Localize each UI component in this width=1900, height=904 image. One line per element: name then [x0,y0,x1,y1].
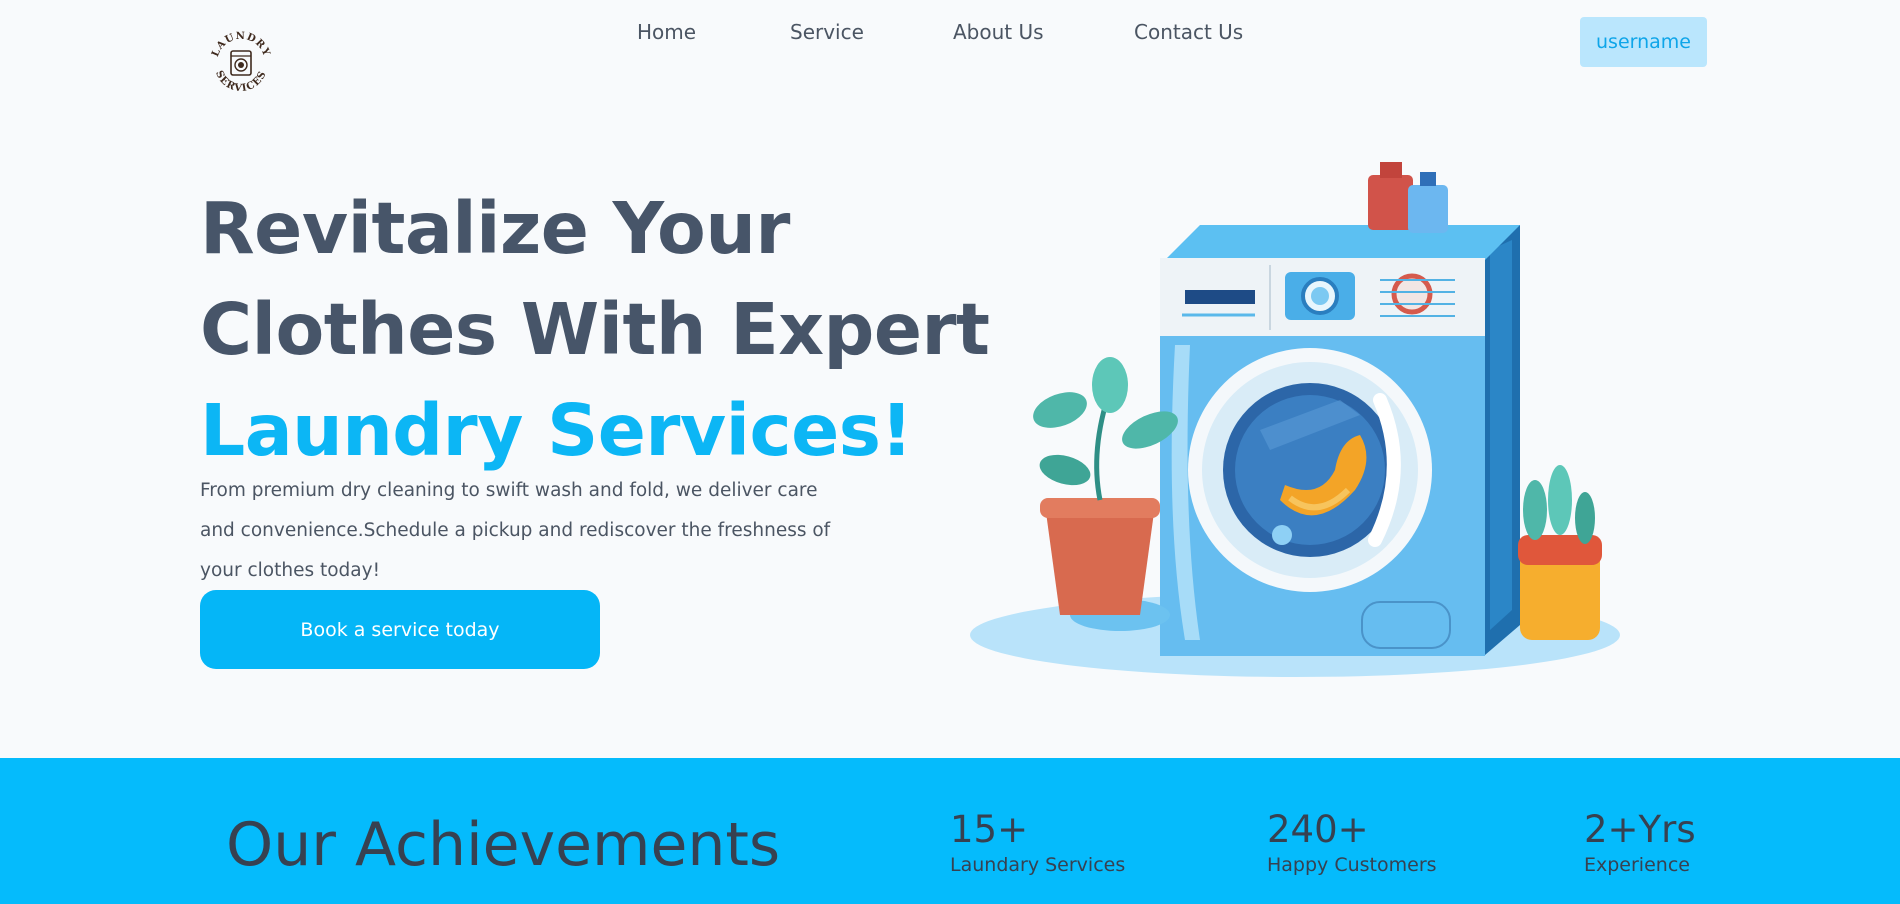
stat-value: 240+ [1267,808,1369,851]
achievements-title: Our Achievements [226,810,781,880]
logo-text-bottom: SERVICES [213,69,268,94]
hero-title: Revitalize Your Clothes With Expert Laun… [200,178,990,481]
achievements-section: Our Achievements 15+ Laundary Services 2… [0,758,1900,904]
stat-laundry-services: 15+ Laundary Services [950,808,1126,877]
stat-value: 15+ [950,808,1029,851]
user-account-button[interactable]: username [1580,17,1707,67]
nav-about-us[interactable]: About Us [953,20,1044,44]
book-service-button[interactable]: Book a service today [200,590,600,669]
hero-title-accent: Laundry Services! [200,389,913,472]
stat-label: Laundary Services [950,854,1126,876]
stat-label: Experience [1584,854,1690,876]
hero-description: From premium dry cleaning to swift wash … [200,480,831,581]
stat-happy-customers: 240+ Happy Customers [1267,808,1437,877]
stat-label: Happy Customers [1267,854,1437,876]
stat-experience: 2+Yrs Experience [1584,808,1696,877]
stat-value: 2+Yrs [1584,808,1696,851]
nav-contact-us[interactable]: Contact Us [1134,20,1243,44]
hero-title-line-2: Clothes With Expert [200,288,990,371]
hero-title-line-1: Revitalize Your [200,187,790,270]
washing-machine-illustration [960,140,1640,690]
svg-text:SERVICES: SERVICES [213,69,269,94]
nav-home[interactable]: Home [637,20,696,44]
nav-service[interactable]: Service [790,20,864,44]
